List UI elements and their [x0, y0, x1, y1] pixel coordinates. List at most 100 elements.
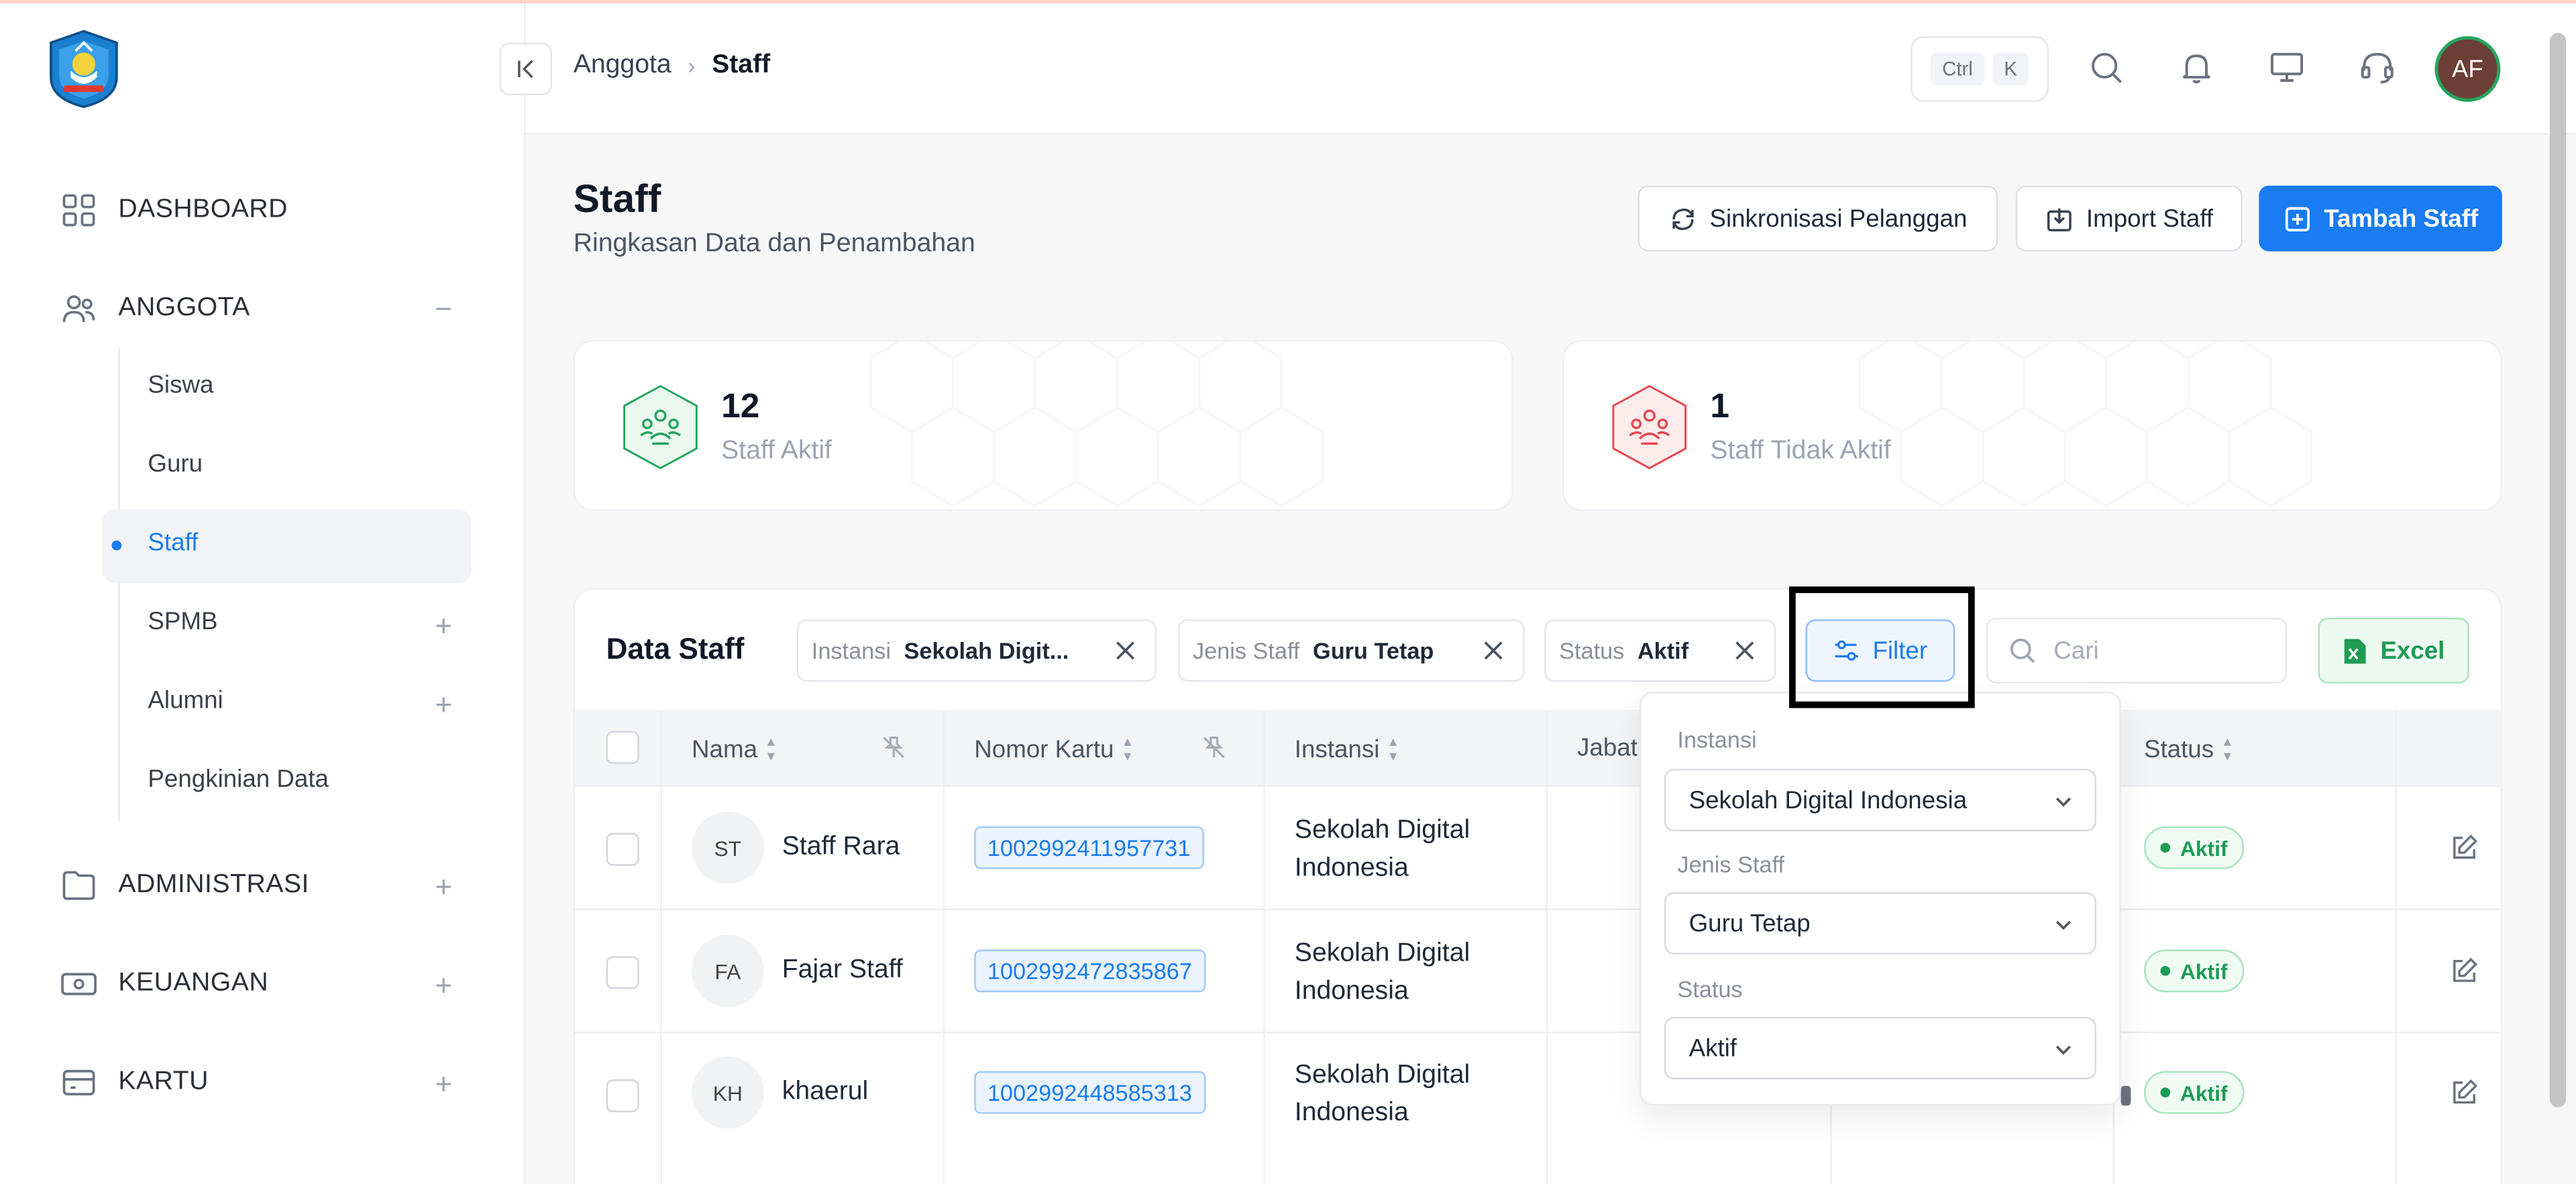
instansi-line1: Sekolah Digital — [1294, 816, 1470, 845]
status-badge: Aktif — [2143, 949, 2245, 993]
nav-dashboard-label: DASHBOARD — [118, 195, 288, 224]
sidebar-item-guru[interactable]: Guru — [148, 450, 203, 478]
column-header-status[interactable]: Status ▴ ▾ — [2144, 733, 2231, 764]
column-divider — [943, 709, 945, 1184]
expand-plus-icon[interactable]: + — [431, 690, 457, 720]
expand-plus-icon[interactable]: + — [431, 1069, 457, 1099]
collapse-sidebar-button[interactable] — [499, 42, 552, 96]
grid-icon — [62, 194, 95, 227]
status-select[interactable]: Aktif — [1664, 1016, 2096, 1079]
sort-icon[interactable]: ▴ ▾ — [1389, 733, 1397, 764]
close-icon[interactable] — [1112, 637, 1138, 663]
chip-value: Guru Tetap — [1313, 637, 1434, 664]
close-icon[interactable] — [1481, 637, 1507, 663]
panel-title: Data Staff — [606, 632, 745, 665]
nav-administrasi-label: ADMINISTRASI — [118, 870, 309, 899]
column-header-label: Instansi — [1294, 735, 1380, 763]
folder-icon — [62, 871, 95, 900]
nav-keuangan[interactable]: KEUANGAN — [59, 958, 268, 1010]
card-number-badge[interactable]: 1002992472835867 — [974, 949, 1205, 993]
filter-chip-instansi: Instansi Sekolah Digit... — [796, 619, 1157, 682]
page-scrollbar[interactable] — [2549, 32, 2567, 1108]
staff-name[interactable]: Fajar Staff — [782, 956, 903, 985]
pin-off-icon[interactable] — [881, 735, 907, 761]
app-root: DASHBOARD ANGGOTA − Siswa Guru Staff SPM… — [0, 0, 2576, 1184]
nav-administrasi[interactable]: ADMINISTRASI — [59, 859, 309, 912]
chevron-down-icon — [2055, 797, 2072, 807]
refresh-icon — [1672, 207, 1693, 229]
instansi-line2: Indonesia — [1294, 854, 1409, 883]
add-staff-button[interactable]: Tambah Staff — [2259, 185, 2502, 252]
instansi-select[interactable]: Sekolah Digital Indonesia — [1664, 769, 2096, 832]
hexagon-pattern — [1858, 341, 2313, 508]
staff-name[interactable]: Staff Rara — [782, 833, 900, 863]
import-staff-button[interactable]: Import Staff — [2015, 185, 2243, 252]
stat-inactive-label: Staff Tidak Aktif — [1710, 437, 1891, 466]
staff-inactive-icon — [1612, 384, 1687, 470]
headset-icon[interactable] — [2359, 49, 2396, 85]
status-label: Status — [1677, 975, 1743, 1002]
chip-value: Aktif — [1637, 637, 1689, 664]
breadcrumb: Anggota › Staff — [574, 51, 770, 80]
sort-icon[interactable]: ▴ ▾ — [2224, 733, 2231, 764]
avatar: FA — [692, 934, 764, 1008]
nav-kartu[interactable]: KARTU — [59, 1057, 209, 1109]
status-label: Aktif — [2180, 1080, 2228, 1105]
staff-name[interactable]: khaerul — [782, 1078, 869, 1108]
sync-customers-button[interactable]: Sinkronisasi Pelanggan — [1638, 185, 1998, 252]
edit-icon[interactable] — [2449, 833, 2479, 863]
sidebar-item-siswa[interactable]: Siswa — [148, 371, 213, 399]
stat-inactive-value: 1 — [1710, 387, 1730, 426]
edit-icon[interactable] — [2449, 956, 2479, 985]
excel-label: Excel — [2380, 636, 2445, 665]
sidebar-item-pengkinian-data[interactable]: Pengkinian Data — [148, 765, 329, 794]
column-divider — [2395, 709, 2398, 1184]
nav-anggota-label: ANGGOTA — [118, 294, 250, 323]
user-avatar[interactable]: AF — [2434, 36, 2501, 102]
jenis-staff-select-value: Guru Tetap — [1688, 909, 1811, 938]
bell-icon[interactable] — [2178, 49, 2214, 85]
row-checkbox[interactable] — [606, 956, 639, 989]
card-number-badge[interactable]: 1002992411957731 — [974, 826, 1204, 869]
collapse-minus-icon[interactable]: − — [431, 294, 457, 323]
instansi-cell: Sekolah Digital Indonesia — [1295, 812, 1541, 887]
avatar: KH — [692, 1056, 764, 1129]
sort-icon[interactable]: ▴ ▾ — [1124, 733, 1131, 764]
status-dot — [2160, 1087, 2171, 1097]
select-all-checkbox[interactable] — [606, 731, 639, 764]
sidebar-item-spmb[interactable]: SPMB — [148, 608, 217, 636]
search-box[interactable] — [1986, 617, 2288, 684]
row-checkbox[interactable] — [606, 832, 639, 866]
column-header-nama[interactable]: Nama ▴ ▾ — [692, 733, 775, 764]
export-excel-button[interactable]: Excel — [2318, 617, 2469, 684]
card-number-badge[interactable]: 1002992448585313 — [974, 1071, 1205, 1114]
edit-icon[interactable] — [2449, 1078, 2479, 1108]
stat-active-value: 12 — [721, 387, 760, 426]
sidebar-item-alumni[interactable]: Alumni — [148, 687, 223, 715]
tut-wuri-handayani-logo[interactable] — [43, 28, 125, 110]
expand-plus-icon[interactable]: + — [431, 611, 457, 641]
column-header-instansi[interactable]: Instansi ▴ ▾ — [1294, 733, 1397, 764]
monitor-icon[interactable] — [2269, 49, 2305, 85]
row-checkbox[interactable] — [606, 1079, 639, 1112]
column-header-nomor-kartu[interactable]: Nomor Kartu ▴ ▾ — [974, 733, 1131, 764]
stat-card-inactive: 1 Staff Tidak Aktif — [1562, 339, 2502, 511]
row-divider — [575, 908, 2501, 910]
search-icon — [2010, 639, 2035, 663]
pin-off-icon[interactable] — [1201, 735, 1227, 761]
breadcrumb-parent[interactable]: Anggota — [574, 51, 672, 80]
column-divider — [1546, 709, 1548, 1184]
card-icon — [62, 1069, 95, 1095]
close-icon[interactable] — [1731, 637, 1758, 663]
sort-icon[interactable]: ▴ ▾ — [767, 733, 775, 764]
expand-plus-icon[interactable]: + — [431, 872, 457, 902]
nav-dashboard[interactable]: DASHBOARD — [59, 184, 288, 236]
search-icon[interactable] — [2088, 49, 2125, 85]
column-header-jabatan[interactable]: Jabat — [1577, 735, 1638, 763]
nav-anggota[interactable]: ANGGOTA — [59, 282, 250, 335]
expand-plus-icon[interactable]: + — [431, 971, 457, 1000]
search-input[interactable] — [2053, 636, 2251, 665]
jenis-staff-select[interactable]: Guru Tetap — [1664, 892, 2096, 955]
command-palette-shortcut[interactable]: Ctrl K — [1911, 36, 2049, 102]
sidebar-item-staff[interactable]: Staff — [148, 529, 198, 557]
